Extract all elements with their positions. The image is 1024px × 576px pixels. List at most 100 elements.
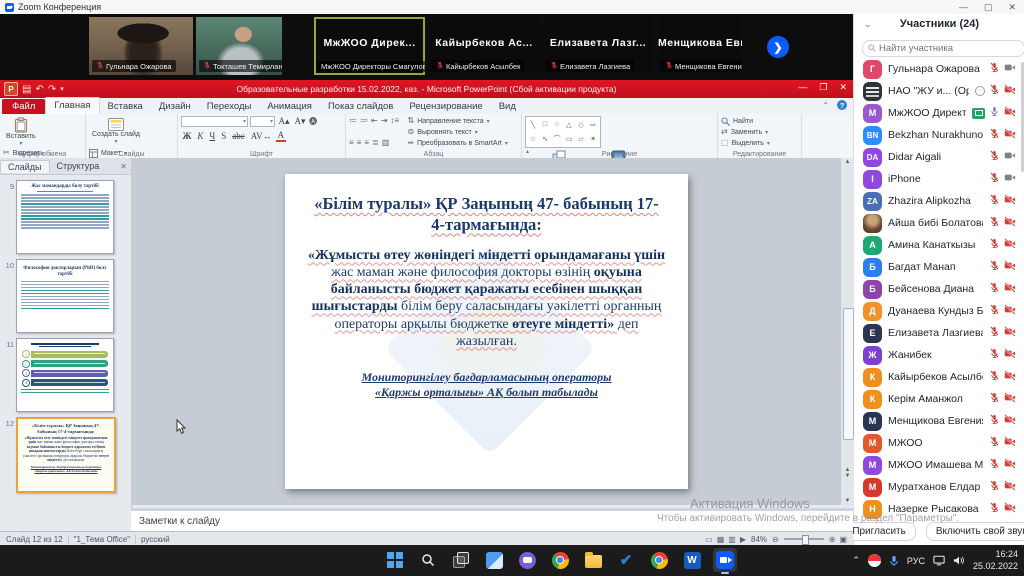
close-icon[interactable]: ✕ [1008, 2, 1016, 13]
network-display-icon[interactable] [933, 555, 945, 566]
tab-outline[interactable]: Структура [50, 160, 107, 172]
columns-icon[interactable]: ▥ [382, 139, 390, 147]
grow-font-button[interactable]: A▴ [277, 116, 291, 127]
paste-button[interactable]: Вставить▾ [3, 116, 39, 148]
tray-app-icon[interactable] [868, 554, 881, 567]
zoom-out-icon[interactable]: ⊖ [772, 535, 779, 544]
bold-button[interactable]: Ж [181, 131, 193, 141]
font-size-select[interactable]: ▾ [250, 116, 275, 127]
chat-app-taskbar-icon[interactable] [515, 548, 539, 572]
widgets-taskbar-icon[interactable] [482, 548, 506, 572]
line-spacing-icon[interactable]: ↕≡ [390, 117, 399, 125]
ribbon-tab-вид[interactable]: Вид [491, 99, 524, 114]
language-indicator[interactable]: русский [141, 535, 170, 544]
ribbon-tab-дизайн[interactable]: Дизайн [151, 99, 199, 114]
ribbon-tab-показ-слайдов[interactable]: Показ слайдов [320, 99, 401, 114]
align-right-icon[interactable]: ≡ [364, 139, 369, 147]
participant-row[interactable]: ММуратханов Елдар [854, 476, 1022, 498]
next-page-arrow-button[interactable]: ❯ [767, 36, 789, 58]
participant-row[interactable]: ЕЕлизавета Лазгиева [854, 322, 1022, 344]
participant-row[interactable]: ММЖОО Имашева М. [854, 454, 1022, 476]
ribbon-tab-вставка[interactable]: Вставка [100, 99, 151, 114]
find-button[interactable]: Найти [721, 116, 770, 126]
align-text-button[interactable]: ⊜Выровнять текст ▾ [408, 127, 508, 137]
tray-mic-icon[interactable] [889, 555, 899, 567]
tab-slides[interactable]: Слайды [0, 160, 50, 173]
numbering-icon[interactable]: ≕ [360, 117, 368, 125]
participant-row[interactable]: DADidar Aigali [854, 146, 1022, 168]
outdent-icon[interactable]: ⇤ [371, 117, 378, 125]
chrome-2-taskbar-icon[interactable] [647, 548, 671, 572]
help-icon[interactable]: ? [837, 100, 847, 110]
ribbon-tab-переходы[interactable]: Переходы [199, 99, 260, 114]
current-slide[interactable]: «Білім туралы» ҚР Заңының 47- бабының 17… [285, 174, 688, 489]
invite-button[interactable]: Пригласить [842, 522, 916, 541]
participant-row[interactable]: ZAZhazira Alipkozha [854, 190, 1022, 212]
shrink-font-button[interactable]: A▾ [293, 116, 307, 127]
participant-row[interactable]: IiPhone [854, 168, 1022, 190]
participant-row[interactable]: ММжЖОО Директоры Смаг... [854, 102, 1022, 124]
slideshow-icon[interactable]: ▶ [740, 535, 746, 544]
minimize-ribbon-icon[interactable]: ⌃ [822, 101, 829, 110]
panel-close-icon[interactable]: ✕ [120, 162, 127, 171]
slide-thumbnail[interactable]: 9Жас мамандарды бөлу тәртібі [2, 180, 129, 254]
zoom-in-icon[interactable]: ⊕ [829, 535, 836, 544]
slide-thumbnail[interactable]: 12«Білім туралы» ҚР Заңының 47- бабының … [2, 417, 129, 493]
select-button[interactable]: ⬚Выделить ▾ [721, 138, 770, 148]
search-input[interactable] [862, 40, 1024, 57]
clear-formatting-button[interactable]: 🅐 [309, 118, 317, 126]
video-tile[interactable]: Менщикова Евг...Менщикова Евгения [658, 17, 742, 75]
slide-thumbnail[interactable]: 10Философия докторларын (PhD) бөлу тәрті… [2, 259, 129, 333]
participant-row[interactable]: ЖЖанибек [854, 344, 1022, 366]
participant-row[interactable]: ММЖОО [854, 432, 1022, 454]
replace-button[interactable]: ⇄Заменить ▾ [721, 127, 770, 137]
justify-icon[interactable]: ≣ [372, 139, 379, 147]
language-switcher[interactable]: РУС [907, 556, 925, 566]
search-taskbar-icon[interactable] [416, 548, 440, 572]
font-name-select[interactable]: ▾ [181, 116, 248, 127]
slide-thumbnail[interactable]: 111234 [2, 338, 129, 412]
participant-row[interactable]: НАО "ЖУ и... (Организатор) [854, 80, 1022, 102]
ribbon-tab-анимация[interactable]: Анимация [259, 99, 320, 114]
reading-view-icon[interactable]: ▥ [728, 535, 736, 544]
ppt-restore-icon[interactable]: ❐ [819, 82, 827, 93]
participant-row[interactable]: ББагдат Манап [854, 256, 1022, 278]
align-left-icon[interactable]: ≡ [349, 139, 354, 147]
italic-button[interactable]: К [196, 131, 205, 141]
check-app-taskbar-icon[interactable]: ✔ [614, 548, 638, 572]
tray-chevron-icon[interactable]: ⌃ [852, 555, 860, 566]
participant-row[interactable]: ККерім Аманжол [854, 388, 1022, 410]
video-tile[interactable]: Кайырбеков Ас...Кайырбеков Асылбек [429, 17, 539, 75]
word-taskbar-icon[interactable]: W [680, 548, 704, 572]
maximize-icon[interactable]: ▢ [984, 2, 993, 13]
explorer-taskbar-icon[interactable] [581, 548, 605, 572]
speaker-icon[interactable] [953, 555, 965, 566]
ribbon-tab-file[interactable]: Файл [2, 99, 45, 114]
video-tile[interactable]: Токташев Темирлан [196, 17, 282, 75]
video-tile[interactable]: МжЖОО Дирек...МжЖОО Директоры Смагулова.… [314, 17, 425, 75]
char-spacing-button[interactable]: AV↔ [249, 131, 273, 141]
strikethrough-button[interactable]: abc [231, 131, 247, 141]
underline-button[interactable]: Ч [208, 131, 217, 141]
indent-icon[interactable]: ⇥ [381, 117, 388, 125]
zoom-slider[interactable] [784, 538, 824, 540]
minimize-icon[interactable]: — [959, 2, 968, 12]
clock[interactable]: 16:2425.02.2022 [973, 549, 1018, 572]
video-tile[interactable]: Гульнара Ожарова [89, 17, 193, 75]
video-tile[interactable]: Елизавета Лазг...Елизавета Лазгиева [543, 17, 653, 75]
text-direction-button[interactable]: ⇅Направление текста ▾ [408, 116, 508, 126]
participant-row[interactable]: ММенщикова Евгения [854, 410, 1022, 432]
convert-smartart-button[interactable]: ⥈Преобразовать в SmartArt ▾ [408, 138, 508, 148]
ppt-close-icon[interactable]: ✕ [839, 82, 847, 93]
bullets-icon[interactable]: ≔ [349, 117, 357, 125]
new-slide-button[interactable]: Создать слайд▾ [89, 116, 143, 148]
unmute-button[interactable]: Включить свой звук [926, 522, 1024, 541]
participant-row[interactable]: BNBekzhan Nurakhunov [854, 124, 1022, 146]
start-taskbar-icon[interactable] [383, 548, 407, 572]
editor-scrollbar[interactable]: ▲ ▲▼ ▼ [840, 158, 854, 505]
shadow-button[interactable]: S [220, 131, 228, 141]
participant-row[interactable]: ККайырбеков Асылбек [854, 366, 1022, 388]
align-center-icon[interactable]: ≡ [357, 139, 362, 147]
task-view-taskbar-icon[interactable] [449, 548, 473, 572]
font-color-button[interactable]: А [276, 130, 286, 142]
